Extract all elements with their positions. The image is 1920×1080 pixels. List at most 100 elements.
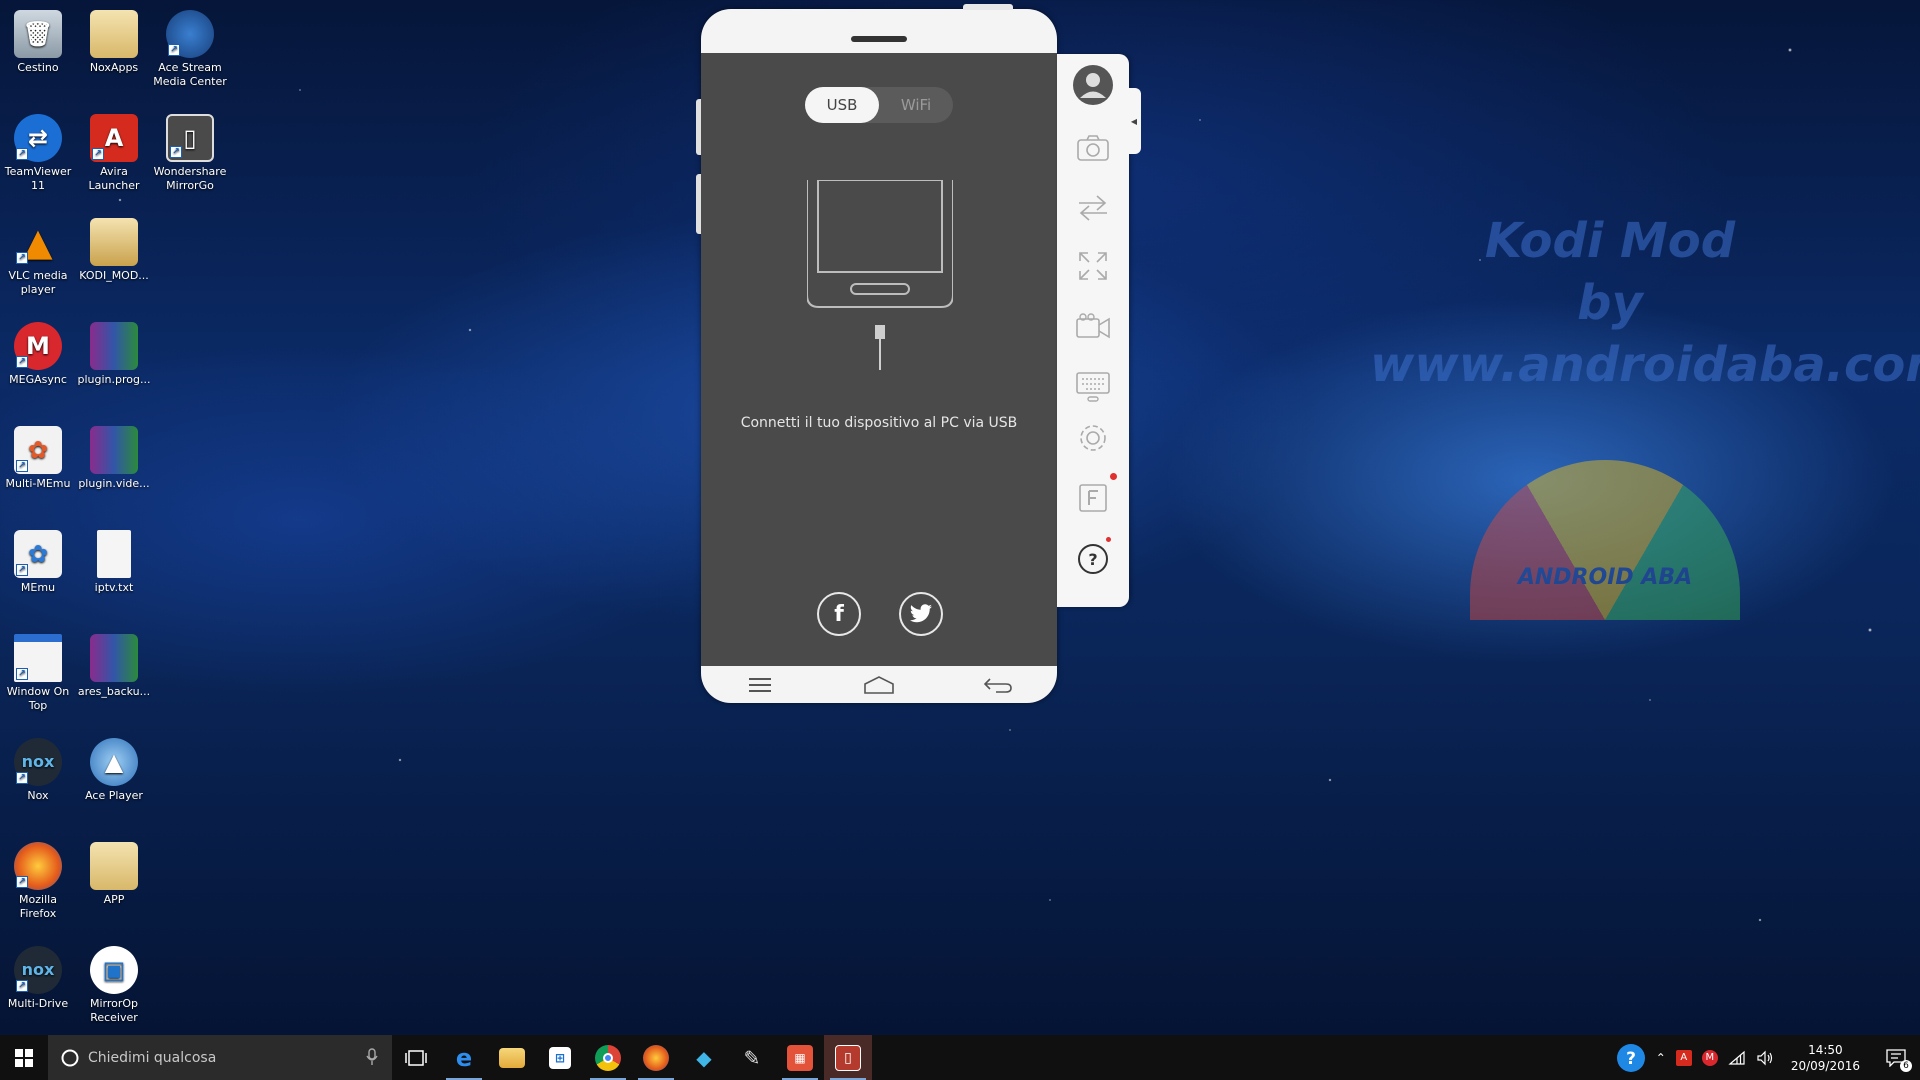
toolbar-collapse-button[interactable]: ◀ — [1127, 88, 1141, 154]
desktop-icon-ares-backup[interactable]: ares_backu... — [77, 630, 151, 699]
phone-screen: USB WiFi Connetti il tuo dispositivo al … — [701, 53, 1057, 666]
connect-message: Connetti il tuo dispositivo al PC via US… — [740, 415, 1018, 431]
tray-show-hidden[interactable]: ⌃ — [1651, 1035, 1671, 1080]
desktop-icon-multi-drive[interactable]: nox ↗ Multi-Drive — [1, 942, 75, 1011]
mirrorop-icon: ▣ — [90, 946, 138, 994]
taskbar-calendar-app[interactable]: ▦ — [776, 1035, 824, 1080]
tray-help[interactable]: ? — [1611, 1035, 1651, 1080]
desktop-icon-label: Ace Player — [85, 789, 143, 802]
tab-usb[interactable]: USB — [805, 87, 879, 123]
notification-count-badge: 6 — [1900, 1060, 1912, 1072]
tab-wifi[interactable]: WiFi — [879, 87, 953, 123]
desktop-icon-firefox[interactable]: ↗ Mozilla Firefox — [1, 838, 75, 921]
taskbar-chrome[interactable] — [584, 1035, 632, 1080]
recycle-bin-icon: 🗑 — [14, 10, 62, 58]
desktop-icon-label: APP — [103, 893, 125, 906]
mega-icon: M ↗ — [14, 322, 62, 370]
teamviewer-icon: ⇄ ↗ — [14, 114, 62, 162]
fullscreen-button[interactable] — [1071, 244, 1115, 288]
window-on-top-icon: ↗ — [14, 634, 62, 682]
store-icon: ⊞ — [549, 1046, 571, 1069]
screenshot-button[interactable] — [1071, 126, 1115, 170]
facebook-button[interactable]: f — [817, 592, 861, 636]
desktop-icon-label: MirrorOp Receiver — [89, 997, 139, 1024]
start-button[interactable] — [0, 1035, 48, 1080]
desktop-icon-nox[interactable]: nox ↗ Nox — [1, 734, 75, 803]
multi-memu-icon: ✿ ↗ — [14, 426, 62, 474]
desktop-icon-kodi-mod[interactable]: KODI_MOD... — [77, 214, 151, 283]
cortana-search-box[interactable]: Chiedimi qualcosa — [48, 1035, 392, 1080]
desktop-icon-cestino[interactable]: 🗑 Cestino — [1, 6, 75, 75]
settings-button[interactable] — [1071, 416, 1115, 460]
menu-icon — [749, 677, 772, 692]
desktop-icon-memu[interactable]: ✿ ↗ MEmu — [1, 526, 75, 595]
twitter-button[interactable] — [899, 592, 943, 636]
taskbar-kodi[interactable]: ◆ — [680, 1035, 728, 1080]
tray-mega[interactable]: M — [1697, 1035, 1723, 1080]
taskbar-file-explorer[interactable] — [488, 1035, 536, 1080]
desktop-icon-avira[interactable]: A ↗ Avira Launcher — [77, 110, 151, 193]
winrar-icon — [90, 322, 138, 370]
phone-top-tab — [963, 4, 1013, 10]
desktop-icon-vlc[interactable]: ▲ ↗ VLC media player — [1, 214, 75, 297]
taskbar-clock[interactable]: 14:50 20/09/2016 — [1779, 1042, 1872, 1074]
help-icon: ? — [1078, 544, 1108, 574]
avatar-icon — [1073, 65, 1113, 105]
nav-back-button[interactable] — [978, 670, 1018, 700]
file-explorer-icon — [499, 1047, 525, 1068]
nox-icon: nox ↗ — [14, 946, 62, 994]
mirrorgo-window[interactable]: USB WiFi Connetti il tuo dispositivo al … — [696, 4, 1057, 703]
desktop-icon-ace-stream[interactable]: ↗ Ace Stream Media Center — [153, 6, 227, 89]
watermark-line2: by — [1577, 275, 1643, 331]
ace-player-icon: ▲ — [90, 738, 138, 786]
desktop-icon-plugin-vide[interactable]: plugin.vide... — [77, 422, 151, 491]
firefox-icon: ↗ — [14, 842, 62, 890]
avira-icon: A — [1675, 1049, 1692, 1066]
desktop-icon-teamviewer[interactable]: ⇄ ↗ TeamViewer 11 — [1, 110, 75, 193]
desktop-icon-mirrorop[interactable]: ▣ MirrorOp Receiver — [77, 942, 151, 1025]
desktop-icon-plugin-prog[interactable]: plugin.prog... — [77, 318, 151, 387]
desktop-icons: 🗑 Cestino NoxApps ↗ Ace Stream Media Cen… — [0, 0, 240, 1035]
taskbar-paint[interactable]: ✎ — [728, 1035, 776, 1080]
keyboard-button[interactable] — [1071, 364, 1115, 408]
mirrorgo-toolbar: ◀ ? — [1057, 54, 1141, 607]
desktop-icon-ace-player[interactable]: ▲ Ace Player — [77, 734, 151, 803]
fullscreen-icon — [1079, 252, 1107, 280]
tray-volume[interactable] — [1751, 1035, 1779, 1080]
desktop-icon-mirrorgo[interactable]: ▯ ↗ Wondershare MirrorGo — [153, 110, 227, 193]
windows-icon — [15, 1048, 33, 1067]
desktop-icon-iptv[interactable]: iptv.txt — [77, 526, 151, 595]
desktop-icon-noxapps[interactable]: NoxApps — [77, 6, 151, 75]
winrar-icon — [90, 426, 138, 474]
taskbar-mirrorgo[interactable]: ▯ — [824, 1035, 872, 1080]
desktop-icon-window-on-top[interactable]: ↗ Window On Top — [1, 630, 75, 713]
desktop-icon-label: Wondershare MirrorGo — [153, 165, 227, 192]
nav-menu-button[interactable] — [740, 670, 780, 700]
file-transfer-button[interactable] — [1071, 186, 1115, 230]
search-placeholder: Chiedimi qualcosa — [88, 1049, 217, 1066]
folder-icon — [90, 10, 138, 58]
logo-text: ANDROID ABA — [1517, 565, 1693, 590]
desktop-icon-app[interactable]: APP — [77, 838, 151, 907]
tray-action-center[interactable]: 6 — [1872, 1035, 1920, 1080]
mirrorgo-icon: ▯ — [835, 1044, 861, 1071]
back-icon — [983, 677, 1012, 693]
desktop-icon-label: plugin.vide... — [78, 477, 150, 490]
desktop-icon-megasync[interactable]: M ↗ MEGAsync — [1, 318, 75, 387]
tray-avira[interactable]: A — [1671, 1035, 1697, 1080]
feedback-button[interactable] — [1071, 473, 1117, 520]
record-button[interactable] — [1071, 304, 1115, 348]
taskbar-edge[interactable]: e — [440, 1035, 488, 1080]
home-icon — [864, 675, 894, 694]
taskbar-firefox[interactable] — [632, 1035, 680, 1080]
taskbar-task-view[interactable] — [392, 1035, 440, 1080]
tray-network[interactable] — [1723, 1035, 1751, 1080]
account-button[interactable] — [1071, 63, 1115, 107]
chrome-icon — [595, 1044, 621, 1071]
help-icon: ? — [1616, 1043, 1645, 1072]
ace-stream-icon: ↗ — [166, 10, 214, 58]
desktop-icon-multi-memu[interactable]: ✿ ↗ Multi-MEmu — [1, 422, 75, 491]
taskbar-store[interactable]: ⊞ — [536, 1035, 584, 1080]
help-button[interactable]: ? — [1071, 537, 1115, 581]
nav-home-button[interactable] — [859, 670, 899, 700]
